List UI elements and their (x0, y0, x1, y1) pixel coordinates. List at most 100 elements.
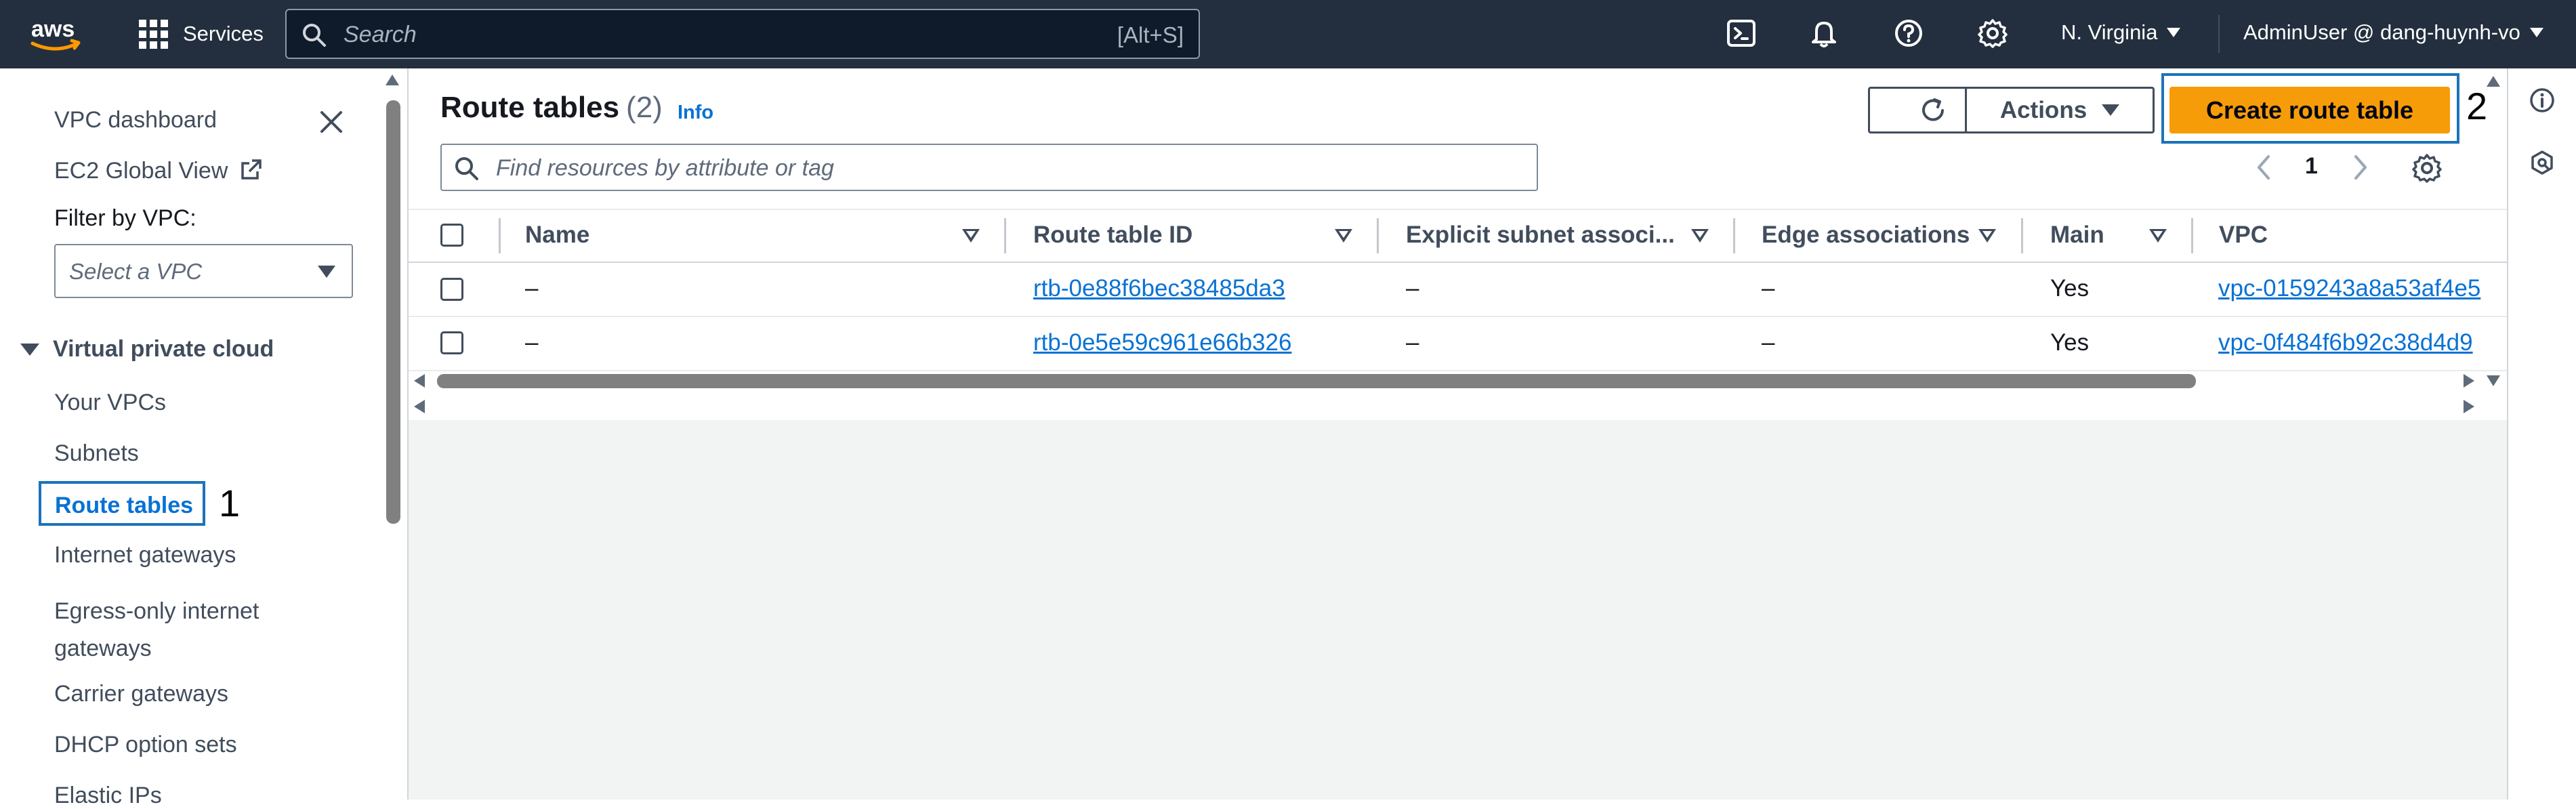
global-search-input[interactable] (344, 18, 1021, 51)
vpc-id-link[interactable]: vpc-0f484f6b92c38d4d9 (2218, 329, 2473, 356)
security-shield-icon[interactable] (2529, 149, 2556, 176)
current-page-number[interactable]: 1 (2305, 153, 2318, 180)
sidebar-item-subnets[interactable]: Subnets (54, 440, 139, 467)
column-header-explicit-subnet-associations[interactable]: Explicit subnet associ... (1406, 222, 1675, 249)
select-all-checkbox[interactable] (440, 224, 463, 247)
aws-logo-text: aws (31, 16, 75, 42)
resource-count: (2) (626, 91, 663, 124)
cell-vpc: vpc-0159243a8a53af4e5 (2217, 274, 2504, 308)
next-page-icon[interactable] (2346, 152, 2373, 182)
column-header-main[interactable]: Main (2050, 222, 2104, 249)
cloudshell-icon[interactable] (1726, 18, 1757, 49)
column-header-vpc[interactable]: VPC (2219, 222, 2268, 249)
sort-icon[interactable] (962, 229, 980, 243)
cell-main: Yes (2050, 329, 2090, 356)
services-menu-button[interactable]: Services (139, 19, 264, 49)
sidebar-item-egress-only-internet-gateways[interactable]: Egress-only internet gateways (54, 593, 325, 667)
cell-vpc: vpc-0f484f6b92c38d4d9 (2217, 328, 2504, 362)
ec2-global-view-label: EC2 Global View (54, 158, 228, 184)
chevron-down-icon (2529, 28, 2543, 37)
vpc-id-link[interactable]: vpc-0159243a8a53af4e5 (2218, 275, 2480, 302)
notifications-bell-icon[interactable] (1808, 18, 1840, 49)
info-link[interactable]: Info (678, 102, 713, 124)
vpc-filter-select[interactable]: Select a VPC (54, 244, 353, 298)
previous-page-icon[interactable] (2251, 152, 2278, 182)
settings-gear-icon[interactable] (1977, 18, 2008, 49)
sidebar-item-your-vpcs[interactable]: Your VPCs (54, 390, 166, 416)
column-header-name[interactable]: Name (525, 222, 589, 249)
actions-menu-button[interactable]: Actions (1965, 87, 2155, 133)
create-route-table-label: Create route table (2205, 96, 2414, 124)
sidebar-item-elastic-ips[interactable]: Elastic IPs (54, 783, 162, 809)
create-route-table-button[interactable]: Create route table (2169, 87, 2450, 133)
scroll-up-arrow-icon[interactable] (386, 75, 399, 85)
actions-label: Actions (1999, 96, 2087, 123)
page-title: Route tables (2) (440, 91, 663, 125)
caret-down-icon (2102, 104, 2120, 116)
scroll-left-arrow-icon[interactable] (414, 400, 425, 413)
sort-icon[interactable] (1335, 229, 1352, 243)
scroll-up-arrow-icon[interactable] (2487, 76, 2500, 87)
sidebar-item-carrier-gateways[interactable]: Carrier gateways (54, 681, 228, 707)
account-label: AdminUser @ dang-huynh-vo (2243, 20, 2520, 44)
search-shortcut-hint: [Alt+S] (1117, 22, 1184, 47)
column-divider[interactable] (2021, 218, 2023, 253)
sidebar-item-internet-gateways[interactable]: Internet gateways (54, 542, 236, 568)
cell-name: – (525, 275, 539, 302)
column-header-route-table-id[interactable]: Route table ID (1033, 222, 1192, 249)
table-preferences-gear-icon[interactable] (2411, 152, 2443, 184)
sort-icon[interactable] (1978, 229, 1996, 243)
scroll-left-arrow-icon[interactable] (414, 374, 425, 388)
column-header-edge-associations[interactable]: Edge associations (1762, 222, 1970, 249)
column-divider[interactable] (1733, 218, 1735, 253)
cell-main: Yes (2050, 275, 2090, 302)
aws-logo-icon[interactable]: aws (28, 16, 85, 54)
expand-caret-icon (20, 343, 39, 356)
caret-down-icon (318, 266, 335, 278)
table-row[interactable] (409, 317, 2507, 371)
global-search-box[interactable]: [Alt+S] (285, 9, 1200, 59)
sort-icon[interactable] (1691, 229, 1709, 243)
sidebar-item-dhcp-option-sets[interactable]: DHCP option sets (54, 732, 237, 758)
info-panel-icon[interactable] (2529, 87, 2556, 114)
cell-edge-associations: – (1762, 275, 1775, 302)
region-selector[interactable]: N. Virginia (2061, 20, 2181, 45)
column-divider[interactable] (1377, 218, 1379, 253)
account-menu[interactable]: AdminUser @ dang-huynh-vo (2243, 20, 2543, 45)
route-table-id-link[interactable]: rtb-0e5e59c961e66b326 (1033, 329, 1291, 356)
section-virtual-private-cloud[interactable]: Virtual private cloud (20, 336, 274, 362)
row-select-checkbox[interactable] (440, 278, 463, 301)
scroll-right-arrow-icon[interactable] (2464, 374, 2474, 388)
table-row[interactable] (409, 263, 2507, 317)
resource-filter-box[interactable] (440, 144, 1538, 191)
cell-explicit-subnet: – (1406, 275, 1419, 302)
external-link-icon (241, 159, 262, 180)
column-divider (499, 218, 501, 253)
cell-edge-associations: – (1762, 329, 1775, 356)
sidebar-item-label: Route tables (55, 493, 194, 518)
cell-name: – (525, 329, 539, 356)
close-icon[interactable] (318, 108, 345, 136)
topbar-divider (2218, 15, 2220, 53)
filter-by-vpc-label: Filter by VPC: (54, 205, 196, 231)
row-select-checkbox[interactable] (440, 331, 463, 354)
help-icon[interactable] (1893, 18, 1924, 49)
refresh-icon (1922, 98, 1944, 121)
annotation-marker-1: 1 (219, 482, 241, 524)
resource-filter-input[interactable] (496, 153, 1445, 183)
sort-icon[interactable] (2149, 229, 2167, 243)
route-table-id-link[interactable]: rtb-0e88f6bec38485da3 (1033, 275, 1285, 302)
scroll-down-arrow-icon[interactable] (2487, 375, 2500, 386)
sidebar-item-ec2-global-view[interactable]: EC2 Global View (54, 158, 263, 184)
search-icon (303, 24, 326, 47)
column-divider[interactable] (2191, 218, 2193, 253)
sidebar-item-route-tables[interactable]: Route tables (39, 481, 205, 526)
scroll-right-arrow-icon[interactable] (2464, 400, 2474, 413)
column-divider[interactable] (1004, 218, 1006, 253)
table-horizontal-scroll-thumb[interactable] (437, 374, 2196, 388)
sidebar-scroll-thumb[interactable] (386, 100, 400, 524)
vpc-filter-placeholder: Select a VPC (69, 259, 203, 284)
sidebar-item-vpc-dashboard[interactable]: VPC dashboard (54, 107, 217, 133)
search-icon (455, 157, 478, 180)
right-utility-rail (2507, 68, 2576, 800)
